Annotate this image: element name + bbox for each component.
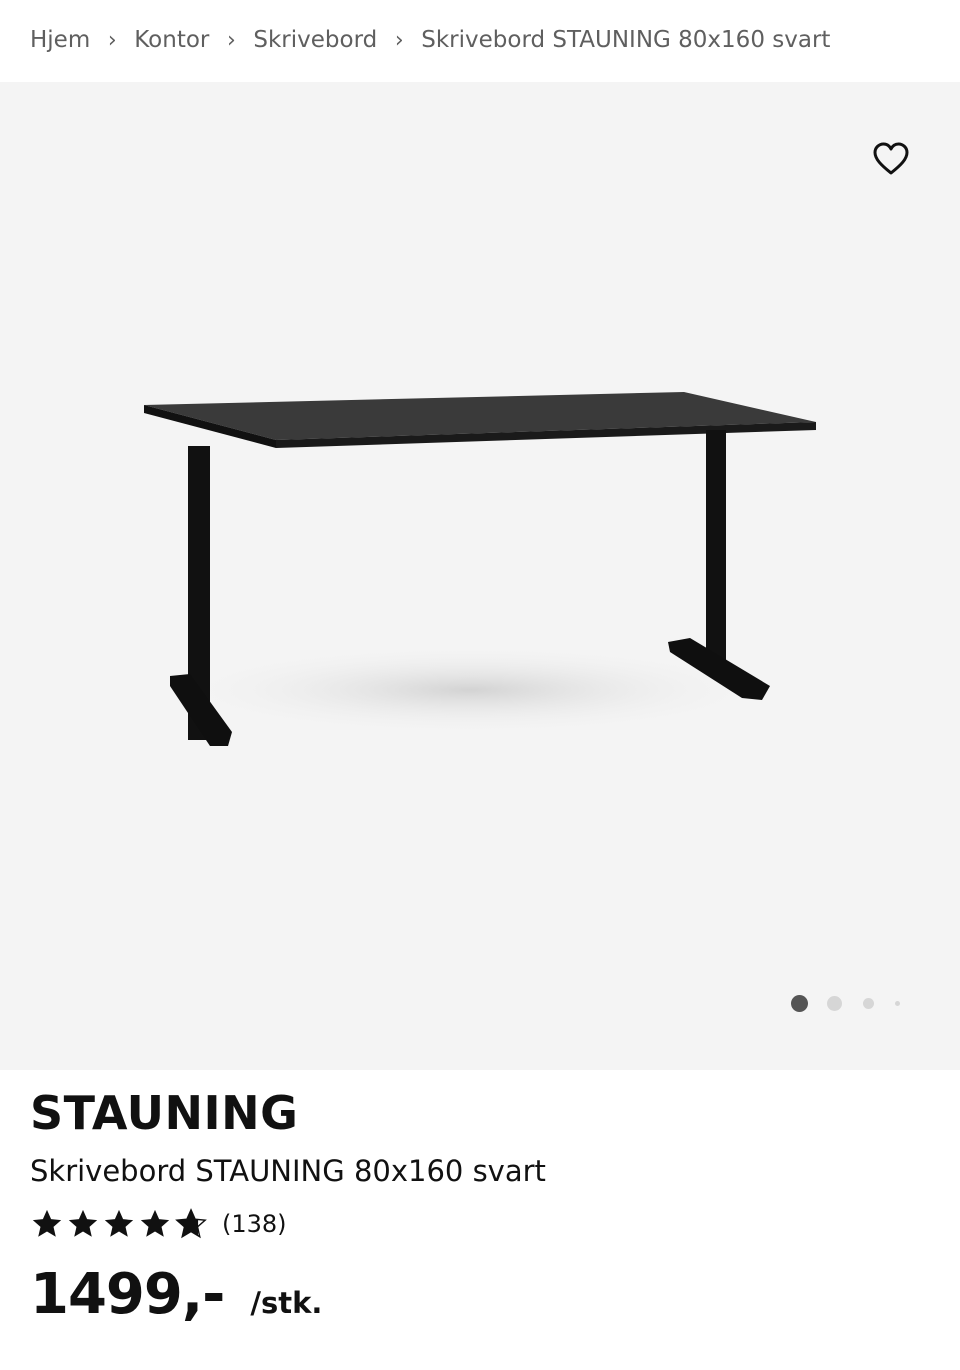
star-partial-icon [175, 1208, 207, 1239]
chevron-right-icon: › [226, 27, 236, 53]
star-filled-icon [32, 1209, 62, 1237]
chevron-right-icon: › [107, 27, 117, 53]
pagination-dot-2[interactable] [827, 996, 842, 1011]
star-filled-icon [140, 1209, 170, 1237]
pagination-dot-1[interactable] [791, 995, 808, 1012]
rating-stars [30, 1207, 210, 1241]
breadcrumb-item-skrivebord[interactable]: Skrivebord [253, 27, 377, 53]
pagination-dot-4[interactable] [895, 1001, 900, 1006]
heart-outline-icon [873, 142, 909, 175]
price-unit: /stk. [250, 1286, 323, 1320]
desk-product-image [144, 392, 816, 746]
breadcrumb: Hjem › Kontor › Skrivebord › Skrivebord … [30, 0, 960, 80]
review-count: (138) [222, 1210, 287, 1238]
star-filled-icon [68, 1209, 98, 1237]
breadcrumb-item-hjem[interactable]: Hjem [30, 27, 90, 53]
price-row: 1499,- /stk. [30, 1262, 322, 1327]
favorite-button[interactable] [868, 136, 914, 182]
pagination-dot-3[interactable] [863, 998, 874, 1009]
star-filled-icon [104, 1209, 134, 1237]
product-name: Skrivebord STAUNING 80x160 svart [30, 1154, 546, 1188]
product-brand: STAUNING [30, 1086, 299, 1140]
breadcrumb-item-kontor[interactable]: Kontor [134, 27, 209, 53]
product-rating[interactable]: (138) [30, 1206, 287, 1242]
image-pagination [780, 992, 920, 1014]
product-price: 1499,- [30, 1262, 225, 1327]
chevron-right-icon: › [394, 27, 404, 53]
breadcrumb-item-current[interactable]: Skrivebord STAUNING 80x160 svart [421, 27, 830, 53]
